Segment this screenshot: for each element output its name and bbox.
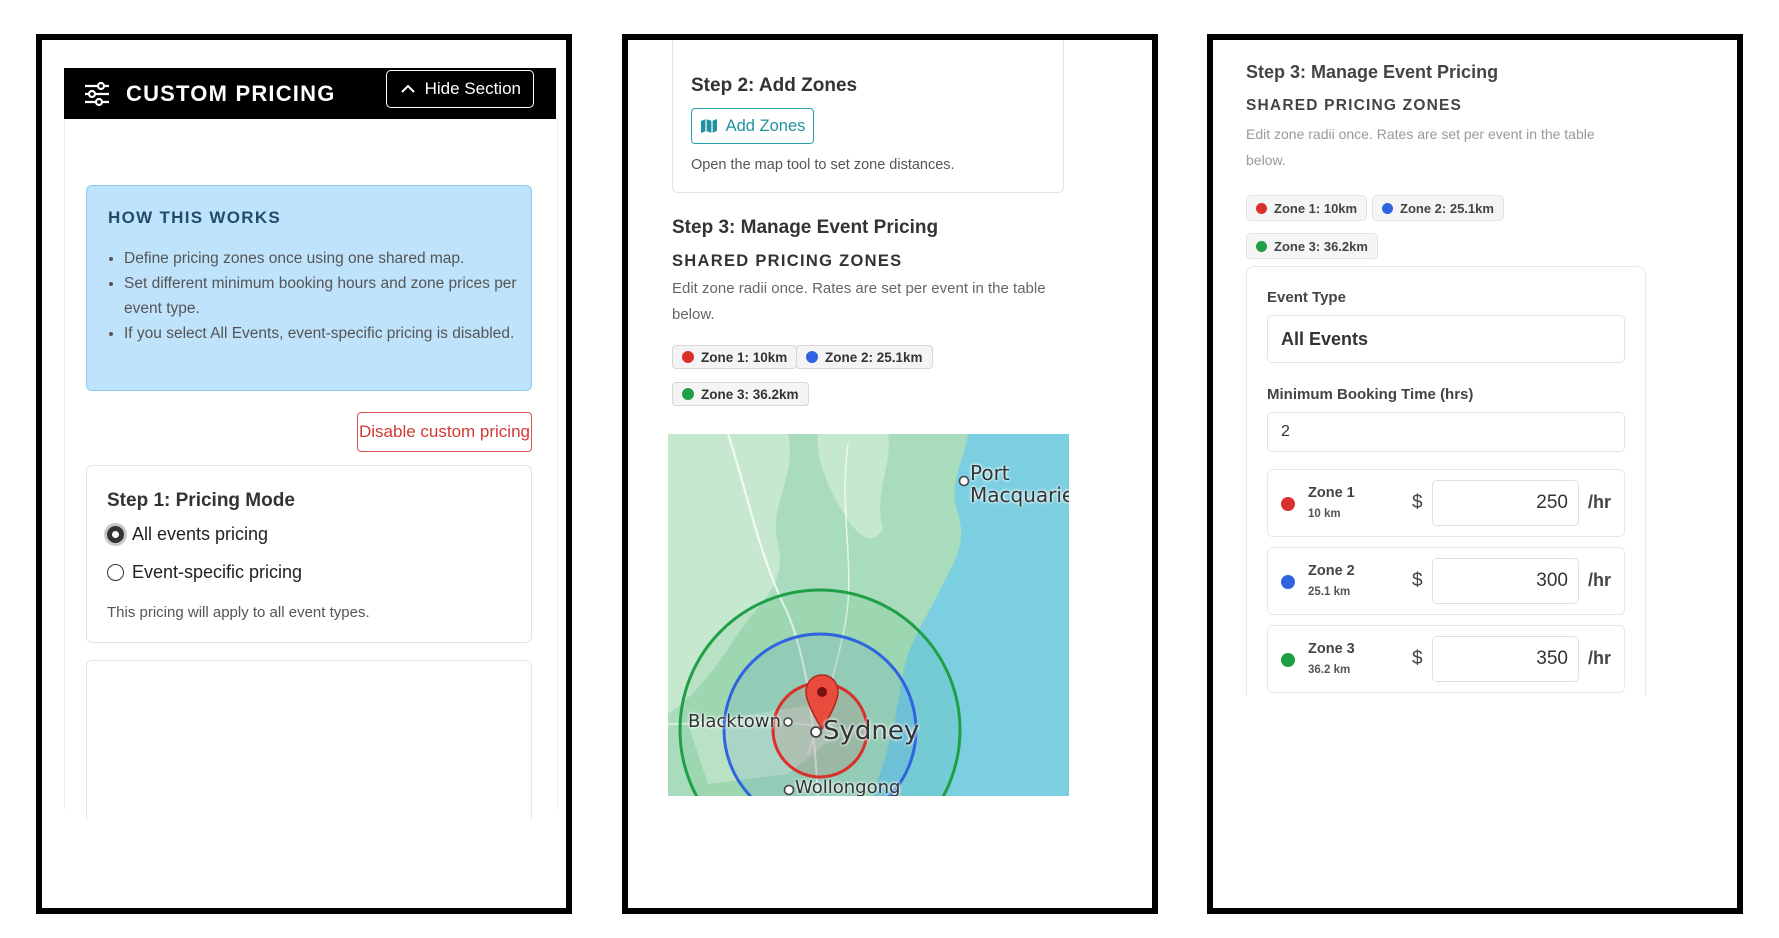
section-header: CUSTOM PRICING Hide Section — [64, 68, 556, 119]
hide-section-label: Hide Section — [424, 79, 521, 98]
map-label-port: Port — [970, 461, 1010, 485]
section-title: CUSTOM PRICING — [126, 80, 336, 106]
panel-zones-map: Step 2: Add Zones Add Zones Open the map… — [622, 34, 1158, 914]
min-booking-input[interactable]: 2 — [1267, 412, 1625, 452]
zone-chip-2[interactable]: Zone 2: 25.1km — [796, 345, 933, 369]
map-label-blacktown: Blacktown — [688, 711, 781, 732]
currency-symbol: $ — [1412, 492, 1423, 513]
event-type-label: Event Type — [1267, 289, 1346, 306]
shared-zones-title: SHARED PRICING ZONES — [1246, 97, 1463, 114]
zone-1-color-dot — [682, 351, 694, 363]
currency-symbol: $ — [1412, 648, 1423, 669]
rate-unit: /hr — [1588, 570, 1612, 590]
zone-chip-label: Zone 2: 25.1km — [825, 349, 923, 365]
map-label-sydney: Sydney — [823, 716, 920, 746]
shared-zones-desc: Edit zone radii once. Rates are set per … — [672, 280, 1046, 323]
zone-chip-3[interactable]: Zone 3: 36.2km — [672, 382, 809, 406]
event-type-select[interactable]: All Events — [1267, 315, 1625, 363]
map-label-macquarie: Macquarie — [970, 483, 1069, 507]
currency-symbol: $ — [1412, 570, 1423, 591]
radio-all-events-label: All events pricing — [132, 524, 269, 544]
zone-3-color-dot — [1281, 653, 1295, 667]
event-pricing-card: Event Type All Events Minimum Booking Ti… — [1246, 266, 1646, 696]
hide-section-button[interactable]: Hide Section — [385, 70, 534, 108]
shared-zones-desc: Edit zone radii once. Rates are set per … — [1246, 126, 1595, 168]
zone-distance: 25.1 km — [1308, 586, 1351, 598]
mode-note: This pricing will apply to all event typ… — [107, 604, 370, 621]
zone-name: Zone 3 — [1308, 641, 1355, 657]
radio-event-specific[interactable]: Event-specific pricing — [107, 562, 302, 583]
pricing-mode-card: Step 1: Pricing Mode All events pricing … — [86, 465, 532, 643]
shared-zones-title: SHARED PRICING ZONES — [672, 252, 903, 270]
info-item: Set different minimum booking hours and … — [124, 271, 524, 321]
zone-2-color-dot — [806, 351, 818, 363]
rate-unit: /hr — [1588, 648, 1612, 668]
zone-1-rate-input[interactable]: 250 — [1432, 480, 1579, 526]
zone-distance: 10 km — [1308, 508, 1341, 520]
zone-distance: 36.2 km — [1308, 664, 1351, 676]
radio-unselected-icon[interactable] — [107, 564, 124, 581]
step3-title: Step 3: Manage Event Pricing — [672, 217, 939, 238]
radio-selected-icon[interactable] — [107, 526, 124, 543]
info-item: If you select All Events, event-specific… — [124, 321, 524, 346]
panel-custom-pricing: CUSTOM PRICING Hide Section HOW THIS WOR… — [36, 34, 572, 914]
info-title: HOW THIS WORKS — [108, 208, 282, 227]
zone-chip-label: Zone 1: 10km — [1274, 200, 1358, 216]
zone-1-color-dot — [1281, 497, 1295, 511]
zone-chip-3[interactable]: Zone 3: 36.2km — [1246, 233, 1378, 259]
map-label-wollongong: Wollongong — [795, 777, 901, 796]
zone-rate-row-1: Zone 1 10 km $ 250 /hr — [1267, 469, 1625, 537]
zone-2-rate-input[interactable]: 300 — [1432, 558, 1579, 604]
zone-name: Zone 1 — [1308, 485, 1355, 501]
zone-chip-label: Zone 3: 36.2km — [1274, 238, 1368, 254]
radio-event-specific-label: Event-specific pricing — [132, 562, 303, 582]
zone-1-color-dot — [1256, 202, 1267, 214]
panel-event-pricing: Step 3: Manage Event Pricing SHARED PRIC… — [1207, 34, 1743, 914]
zone-rate-row-3: Zone 3 36.2 km $ 350 /hr — [1267, 625, 1625, 693]
rate-unit: /hr — [1588, 492, 1612, 512]
zone-chip-label: Zone 1: 10km — [701, 349, 788, 365]
zone-3-color-dot — [1256, 240, 1267, 252]
zone-3-rate-input[interactable]: 350 — [1432, 636, 1579, 682]
add-zones-note: Open the map tool to set zone distances. — [691, 157, 955, 173]
step1-title: Step 1: Pricing Mode — [107, 490, 295, 511]
zone-chip-2[interactable]: Zone 2: 25.1km — [1372, 195, 1504, 221]
zone-chip-label: Zone 2: 25.1km — [1400, 200, 1494, 216]
step2-title: Step 2: Add Zones — [691, 75, 858, 96]
zone-name: Zone 2 — [1308, 563, 1355, 579]
zone-map[interactable]: Port Macquarie Blacktown Sydney Wollongo… — [668, 434, 1069, 796]
sliders-icon — [85, 81, 109, 106]
zone-chip-label: Zone 3: 36.2km — [701, 386, 799, 402]
zone-chip-1[interactable]: Zone 1: 10km — [1246, 195, 1368, 221]
zone-chip-1[interactable]: Zone 1: 10km — [672, 345, 798, 369]
section-body: HOW THIS WORKS Define pricing zones once… — [64, 119, 558, 820]
zone-rate-row-2: Zone 2 25.1 km $ 300 /hr — [1267, 547, 1625, 615]
map-icon — [700, 119, 717, 133]
disable-custom-pricing-button[interactable]: Disable custom pricing — [357, 412, 532, 452]
step3-title: Step 3: Manage Event Pricing — [1246, 62, 1499, 82]
zone-2-color-dot — [1382, 202, 1393, 214]
zone-3-color-dot — [682, 388, 694, 400]
how-this-works-box: HOW THIS WORKS Define pricing zones once… — [86, 185, 532, 391]
zone-2-color-dot — [1281, 575, 1295, 589]
add-zones-button[interactable]: Add Zones — [691, 108, 814, 144]
min-booking-label: Minimum Booking Time (hrs) — [1267, 386, 1474, 403]
info-list: Define pricing zones once using one shar… — [106, 246, 524, 346]
info-item: Define pricing zones once using one shar… — [124, 246, 524, 271]
chevron-up-icon — [400, 84, 415, 93]
next-step-card — [86, 660, 532, 820]
add-zones-label: Add Zones — [725, 116, 806, 135]
radio-all-events[interactable]: All events pricing — [107, 524, 268, 545]
